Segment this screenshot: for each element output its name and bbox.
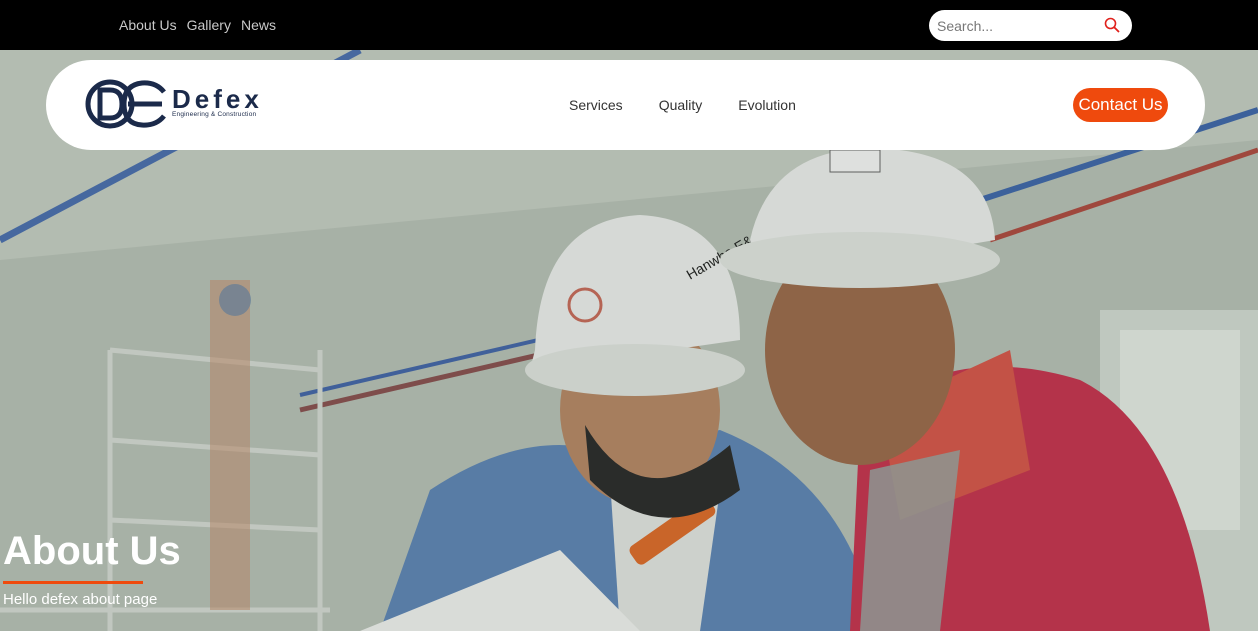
logo-mark-icon [85,79,166,129]
contact-us-button[interactable]: Contact Us [1073,88,1168,122]
nav-item-services[interactable]: Services [569,97,623,113]
search-box [929,10,1132,41]
main-nav: Services Quality Evolution [569,97,796,113]
search-icon[interactable] [1104,17,1120,33]
brand-tagline: Engineering & Construction [172,111,257,118]
nav-item-evolution[interactable]: Evolution [738,97,796,113]
site-logo[interactable]: Defex Engineering & Construction [84,78,294,130]
page-title: About Us [3,529,181,573]
top-link-about-us[interactable]: About Us [119,17,177,33]
search-input[interactable] [937,16,1097,35]
page-subtitle: Hello defex about page [3,591,158,608]
top-links: About Us Gallery News [119,17,276,33]
top-link-news[interactable]: News [241,17,276,33]
top-link-gallery[interactable]: Gallery [187,17,231,33]
top-bar: About Us Gallery News [0,0,1258,50]
title-underline [3,581,143,584]
nav-item-quality[interactable]: Quality [659,97,703,113]
